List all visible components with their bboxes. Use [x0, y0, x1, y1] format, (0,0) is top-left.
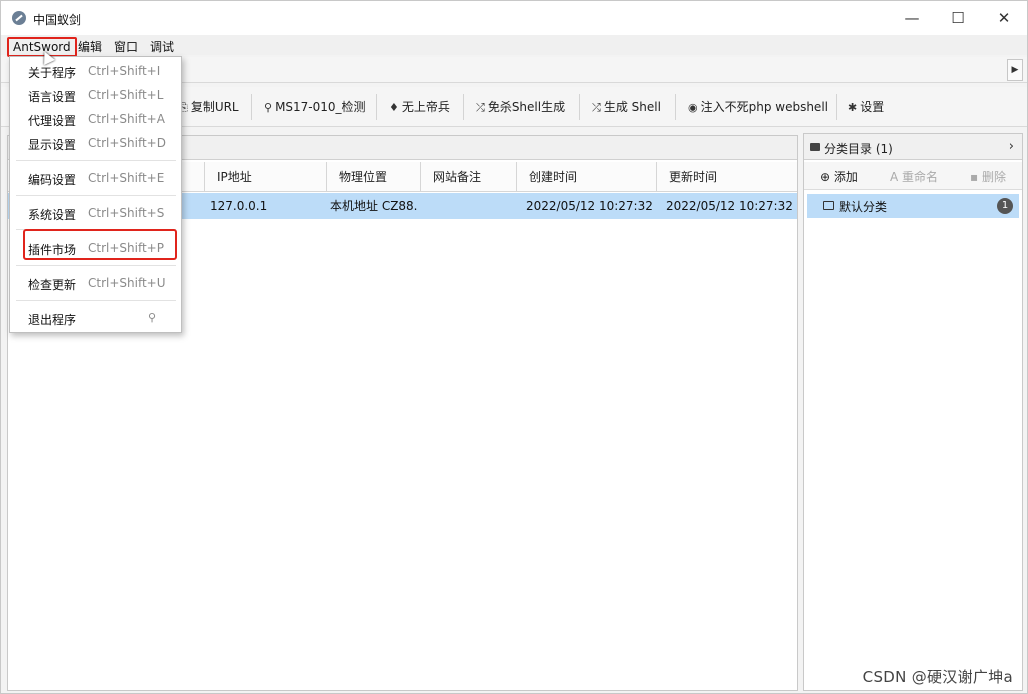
menu-item-system-label: 系统设置 [28, 208, 77, 222]
menu-item-display-shortcut: Ctrl+Shift+D [88, 136, 166, 150]
plugin-market-highlight [23, 229, 177, 260]
gear-icon: ✱ [848, 101, 858, 114]
menu-item-system[interactable]: 系统设置 Ctrl+Shift+S [10, 202, 181, 226]
toolbar-divider [376, 94, 377, 120]
title-bar: 中国蚁剑 — ☐ ✕ [1, 1, 1027, 35]
column-updated[interactable]: 更新时间 [656, 162, 797, 192]
category-actions: ⊕ 添加 A 重命名 ▪ 删除 [804, 162, 1022, 190]
menu-bar: AntSword 编辑 窗口 调试 [1, 35, 1027, 57]
app-window: 中国蚁剑 — ☐ ✕ AntSword 编辑 窗口 调试 ▶ ⎘ 复制URL ⚲ M… [0, 0, 1028, 694]
menu-item-language-shortcut: Ctrl+Shift+L [88, 88, 164, 102]
chevron-right-icon[interactable]: › [1009, 139, 1014, 154]
settings-button[interactable]: ✱ 设置 [848, 96, 884, 118]
folder-icon [810, 143, 820, 151]
shuffle-icon: ⤮ [592, 101, 601, 114]
menu-item-check-update-label: 检查更新 [28, 278, 77, 292]
category-item-default[interactable]: 默认分类 1 [807, 194, 1019, 218]
menu-item-about[interactable]: 关于程序 Ctrl+Shift+I [10, 60, 181, 84]
minimize-button[interactable]: — [889, 5, 935, 31]
column-ip[interactable]: IP地址 [204, 162, 326, 192]
menu-item-about-label: 关于程序 [28, 66, 77, 80]
menu-item-check-update-shortcut: Ctrl+Shift+U [88, 276, 166, 290]
column-location[interactable]: 物理位置 [326, 162, 420, 192]
window-title: 中国蚁剑 [33, 13, 82, 27]
search-icon: ⚲ [264, 101, 273, 114]
rename-category-button[interactable]: A 重命名 [890, 168, 938, 185]
ms17-010-check-button[interactable]: ⚲ MS17-010_检测 [264, 96, 366, 118]
menu-window[interactable]: 窗口 [114, 38, 138, 55]
trash-icon: ▪ [970, 170, 979, 184]
category-count-badge: 1 [997, 198, 1013, 214]
menu-divider [16, 195, 176, 196]
search-icon: ⚲ [148, 311, 157, 324]
menu-item-display-label: 显示设置 [28, 138, 77, 152]
inject-php-webshell-label: 注入不死php webshell [700, 100, 828, 114]
category-panel: 分类目录 (1) › ⊕ 添加 A 重命名 ▪ 删除 默认分类 1 [803, 133, 1023, 691]
bypass-shell-generate-button[interactable]: ⤮ 免杀Shell生成 [476, 96, 565, 118]
sword-icon: ♦ [389, 101, 399, 114]
column-created[interactable]: 创建时间 [516, 162, 656, 192]
wushang-dibing-button[interactable]: ♦ 无上帝兵 [389, 96, 450, 118]
menu-item-display[interactable]: 显示设置 Ctrl+Shift+D [10, 132, 181, 156]
menu-item-exit-label: 退出程序 [28, 313, 77, 327]
font-icon: A [890, 170, 899, 184]
menu-item-proxy[interactable]: 代理设置 Ctrl+Shift+A [10, 108, 181, 132]
menu-item-language-label: 语言设置 [28, 90, 77, 104]
wushang-dibing-label: 无上帝兵 [401, 100, 450, 114]
add-category-button[interactable]: ⊕ 添加 [820, 168, 858, 185]
menu-item-proxy-shortcut: Ctrl+Shift+A [88, 112, 165, 126]
menu-item-system-shortcut: Ctrl+Shift+S [88, 206, 165, 220]
settings-label: 设置 [860, 100, 885, 114]
menu-item-check-update[interactable]: 检查更新 Ctrl+Shift+U [10, 272, 181, 296]
antsword-dropdown-menu: 关于程序 Ctrl+Shift+I 语言设置 Ctrl+Shift+L 代理设置… [9, 56, 182, 333]
ms17-010-check-label: MS17-010_检测 [275, 100, 366, 114]
folder-outline-icon [823, 201, 834, 210]
add-category-label: 添加 [833, 170, 858, 184]
column-note[interactable]: 网站备注 [420, 162, 516, 192]
menu-edit[interactable]: 编辑 [78, 38, 102, 55]
menu-item-encoding[interactable]: 编码设置 Ctrl+Shift+E [10, 167, 181, 191]
category-item-label: 默认分类 [839, 200, 888, 214]
toolbar-divider [251, 94, 252, 120]
toolbar-divider [463, 94, 464, 120]
generate-shell-label: 生成 Shell [603, 100, 661, 114]
category-header: 分类目录 (1) › [804, 134, 1022, 160]
cell-created: 2022/05/12 10:27:32 [526, 199, 653, 213]
category-title: 分类目录 (1) [824, 142, 893, 156]
delete-category-button[interactable]: ▪ 删除 [970, 168, 1006, 185]
plus-circle-icon: ⊕ [820, 170, 831, 184]
rename-category-label: 重命名 [902, 170, 939, 184]
bypass-shell-generate-label: 免杀Shell生成 [487, 100, 566, 114]
toolbar-divider [675, 94, 676, 120]
shuffle-icon: ⤮ [476, 101, 485, 114]
cell-location: 本机地址 CZ88. [330, 199, 418, 213]
menu-item-encoding-label: 编码设置 [28, 173, 77, 187]
menu-item-proxy-label: 代理设置 [28, 114, 77, 128]
close-button[interactable]: ✕ [981, 5, 1027, 31]
inject-php-webshell-button[interactable]: ◉ 注入不死php webshell [688, 96, 828, 118]
copy-url-button[interactable]: ⎘ 复制URL [179, 96, 239, 118]
menu-item-encoding-shortcut: Ctrl+Shift+E [88, 171, 165, 185]
antsword-logo-icon [12, 11, 26, 25]
watermark: CSDN @硬汉谢广坤a [862, 668, 1013, 686]
menu-item-language[interactable]: 语言设置 Ctrl+Shift+L [10, 84, 181, 108]
menu-item-about-shortcut: Ctrl+Shift+I [88, 64, 161, 78]
menu-divider [16, 265, 176, 266]
menu-debug[interactable]: 调试 [150, 38, 174, 55]
tab-scroll-right-icon[interactable]: ▶ [1007, 59, 1023, 81]
maximize-button[interactable]: ☐ [935, 5, 981, 31]
eye-icon: ◉ [688, 101, 698, 114]
cell-updated: 2022/05/12 10:27:32 [666, 199, 793, 213]
copy-url-label: 复制URL [190, 100, 239, 114]
menu-divider [16, 300, 176, 301]
toolbar-divider [836, 94, 837, 120]
toolbar-divider [579, 94, 580, 120]
menu-divider [16, 160, 176, 161]
delete-category-label: 删除 [981, 170, 1006, 184]
menu-item-exit[interactable]: 退出程序 ⚲ [10, 307, 181, 331]
cell-ip: 127.0.0.1 [210, 199, 268, 213]
generate-shell-button[interactable]: ⤮ 生成 Shell [592, 96, 661, 118]
